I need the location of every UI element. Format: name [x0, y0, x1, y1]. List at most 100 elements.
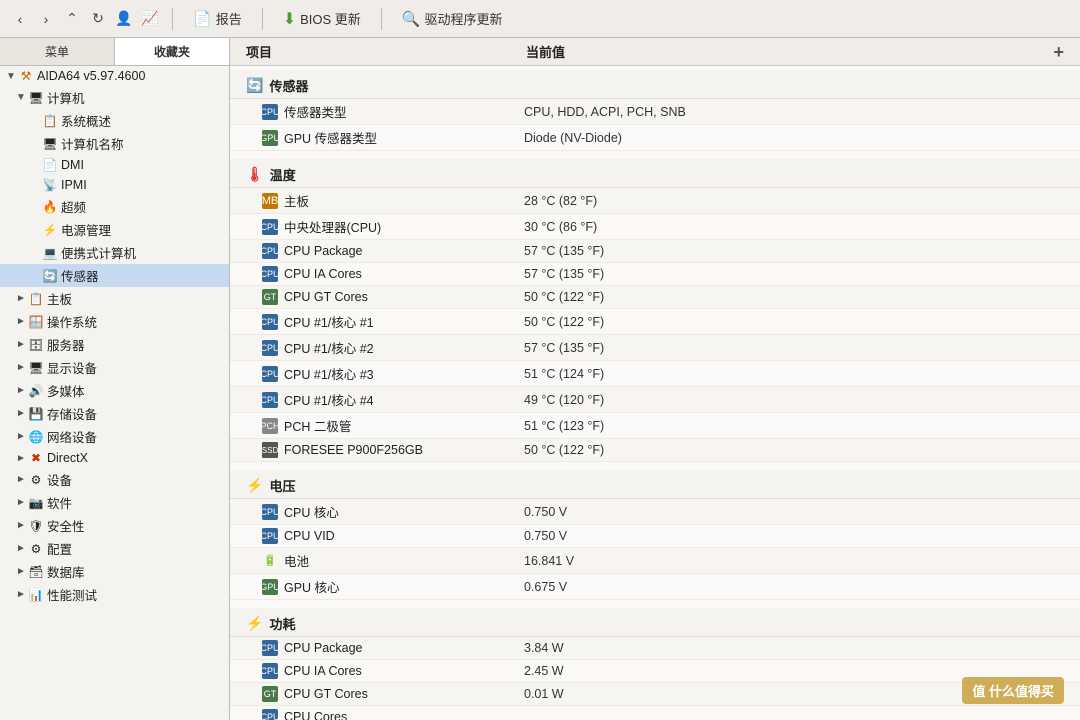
icon-pch-temp: PCH: [262, 418, 278, 434]
icon-gpu-core-volt: GPU: [262, 579, 278, 595]
name-cpu-temp: 中央处理器(CPU): [284, 217, 524, 236]
name-cpu-core-volt: CPU 核心: [284, 502, 524, 521]
arrow-sw: ►: [14, 497, 28, 508]
tree-sensors[interactable]: 🔄 传感器: [0, 264, 229, 287]
tree-os[interactable]: ► 🪟 操作系统: [0, 310, 229, 333]
name-sensor-type: 传感器类型: [284, 102, 524, 121]
value-gpu-sensor: Diode (NV-Diode): [524, 131, 1064, 145]
forward-button[interactable]: ›: [34, 7, 58, 31]
tree-root[interactable]: ▼ ⚒ AIDA64 v5.97.4600: [0, 66, 229, 86]
watermark: 值 什么值得买: [962, 677, 1064, 704]
icon-cpu-ia-power: CPU: [262, 663, 278, 679]
value-cpu-pkg-power: 3.84 W: [524, 641, 1064, 655]
tree-sec-label: 安全性: [47, 516, 225, 535]
tree-compname[interactable]: 🖥 计算机名称: [0, 132, 229, 155]
icon-gpu-sensor: GPU: [262, 130, 278, 146]
icon-power: ⚡: [42, 222, 58, 238]
row-gpu-core-volt: GPU GPU 核心 0.675 V: [230, 574, 1080, 600]
row-ssd-temp: SSD FORESEE P900F256GB 50 °C (122 °F): [230, 439, 1080, 462]
report-icon: 📄: [193, 10, 212, 28]
tree-network[interactable]: ► 🌐 网络设备: [0, 425, 229, 448]
tree-software[interactable]: ► 📷 软件: [0, 491, 229, 514]
arrow-server: ►: [14, 339, 28, 350]
icon-core2-temp: CPU: [262, 340, 278, 356]
user-button[interactable]: 👤: [112, 7, 136, 31]
icon-oc: 🔥: [42, 199, 58, 215]
col-value-header: 当前值: [526, 42, 1064, 61]
tree-config[interactable]: ► ⚙ 配置: [0, 537, 229, 560]
section-temp-header: 🌡 温度: [230, 159, 1080, 188]
name-pch-temp: PCH 二极管: [284, 416, 524, 435]
value-cpu-gt-temp: 50 °C (122 °F): [524, 290, 1064, 304]
tree-bench-label: 性能测试: [47, 585, 225, 604]
sidebar-tabs: 菜单 收藏夹: [0, 38, 229, 66]
tab-menu[interactable]: 菜单: [0, 38, 115, 65]
row-cpu-core-volt: CPU CPU 核心 0.750 V: [230, 499, 1080, 525]
tree-display[interactable]: ► 🖥 显示设备: [0, 356, 229, 379]
toolbar: ‹ › ⌃ ↻ 👤 📈 📄 报告 ⬇ BIOS 更新 🔍 驱动程序更新: [0, 0, 1080, 38]
arrow-cfg: ►: [14, 543, 28, 554]
icon-mb: 📋: [28, 291, 44, 307]
icon-cpu-temp: CPU: [262, 219, 278, 235]
section-temp-title: 温度: [270, 165, 296, 184]
row-cpu-ia-power: CPU CPU IA Cores 2.45 W: [230, 660, 1080, 683]
main-area: 菜单 收藏夹 ▼ ⚒ AIDA64 v5.97.4600 ▼ 🖥 计算机 📋 系…: [0, 38, 1080, 720]
tab-favorites[interactable]: 收藏夹: [115, 38, 229, 65]
tree-sensors-label: 传感器: [61, 266, 225, 285]
section-temperature: 🌡 温度 MB 主板 28 °C (82 °F) CPU 中央处理器(CPU) …: [230, 159, 1080, 466]
bios-button[interactable]: ⬇ BIOS 更新: [273, 6, 371, 32]
name-cpu-pkg-power: CPU Package: [284, 641, 524, 655]
driver-button[interactable]: 🔍 驱动程序更新: [392, 6, 513, 31]
content-header: 项目 当前值 +: [230, 38, 1080, 66]
tree-power[interactable]: ⚡ 电源管理: [0, 218, 229, 241]
arrow-root: ▼: [4, 71, 18, 82]
tree-dmi[interactable]: 📄 DMI: [0, 155, 229, 175]
add-button[interactable]: +: [1053, 42, 1064, 63]
value-cpu-vid-volt: 0.750 V: [524, 529, 1064, 543]
icon-core3-temp: CPU: [262, 366, 278, 382]
tree-server[interactable]: ► 🗄 服务器: [0, 333, 229, 356]
tree-sysoverview[interactable]: 📋 系统概述: [0, 109, 229, 132]
back-button[interactable]: ‹: [8, 7, 32, 31]
tree-benchmark[interactable]: ► 📊 性能测试: [0, 583, 229, 606]
nav-buttons: ‹ › ⌃ ↻ 👤 📈: [8, 7, 162, 31]
col-item-header: 项目: [246, 42, 526, 61]
icon-compname: 🖥: [42, 136, 58, 152]
tree-sw-label: 软件: [47, 493, 225, 512]
arrow-os: ►: [14, 316, 28, 327]
icon-cpu-ia-temp: CPU: [262, 266, 278, 282]
refresh-button[interactable]: ↻: [86, 7, 110, 31]
section-volt-header: ⚡ 电压: [230, 470, 1080, 499]
arrow-db: ►: [14, 566, 28, 577]
tree-multimedia[interactable]: ► 🔊 多媒体: [0, 379, 229, 402]
icon-sec: 🛡: [28, 518, 44, 534]
tree-computer[interactable]: ▼ 🖥 计算机: [0, 86, 229, 109]
value-bat-volt: 16.841 V: [524, 554, 1064, 568]
chart-button[interactable]: 📈: [138, 7, 162, 31]
tree-oc-label: 超频: [61, 197, 225, 216]
sensor-section-icon: 🔄: [246, 77, 263, 94]
tree-dev-label: 设备: [47, 470, 225, 489]
value-cpu-core-volt: 0.750 V: [524, 505, 1064, 519]
tree-directx[interactable]: ► ✖ DirectX: [0, 448, 229, 468]
tree-oc[interactable]: 🔥 超频: [0, 195, 229, 218]
icon-cpu-pkg-temp: CPU: [262, 243, 278, 259]
section-volt-title: 电压: [269, 476, 295, 495]
value-gpu-core-volt: 0.675 V: [524, 580, 1064, 594]
tree-mm-label: 多媒体: [47, 381, 225, 400]
name-cpu-vid-volt: CPU VID: [284, 529, 524, 543]
report-button[interactable]: 📄 报告: [183, 6, 252, 31]
tree-database[interactable]: ► 🗃 数据库: [0, 560, 229, 583]
tree-ipmi[interactable]: 📡 IPMI: [0, 175, 229, 195]
tree-storage[interactable]: ► 💾 存储设备: [0, 402, 229, 425]
tree-motherboard[interactable]: ► 📋 主板: [0, 287, 229, 310]
tree-portable[interactable]: 💻 便携式计算机: [0, 241, 229, 264]
up-button[interactable]: ⌃: [60, 7, 84, 31]
name-mb-temp: 主板: [284, 191, 524, 210]
tree-security[interactable]: ► 🛡 安全性: [0, 514, 229, 537]
icon-net: 🌐: [28, 429, 44, 445]
icon-dev: ⚙: [28, 472, 44, 488]
row-cpu-cores-power: CPU CPU Cores: [230, 706, 1080, 720]
name-cpu-gt-temp: CPU GT Cores: [284, 290, 524, 304]
tree-devices[interactable]: ► ⚙ 设备: [0, 468, 229, 491]
